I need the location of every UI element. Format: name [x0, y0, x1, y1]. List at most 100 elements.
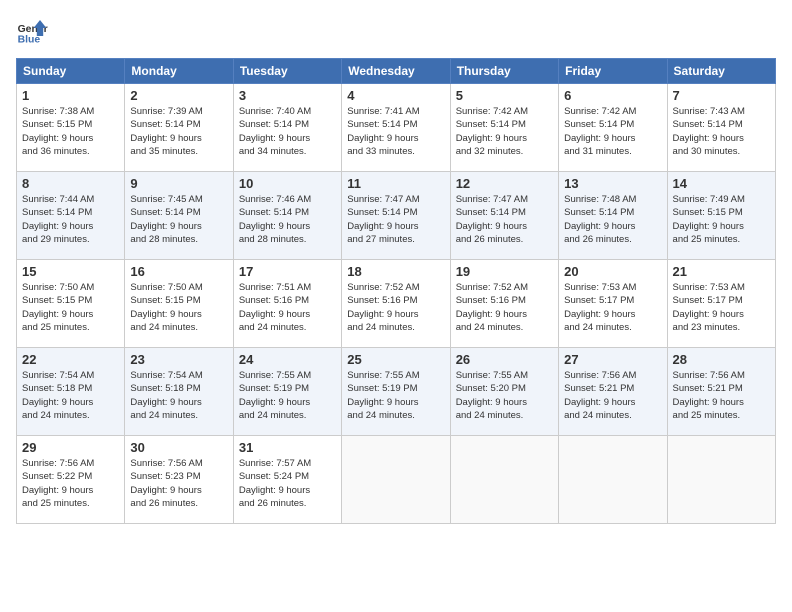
svg-text:Blue: Blue: [18, 34, 41, 45]
calendar-cell: 12 Sunrise: 7:47 AM Sunset: 5:14 PM Dayli…: [450, 172, 558, 260]
day-number: 1: [22, 88, 119, 103]
calendar-cell: 27 Sunrise: 7:56 AM Sunset: 5:21 PM Dayli…: [559, 348, 667, 436]
day-info: Sunrise: 7:50 AM Sunset: 5:15 PM Dayligh…: [130, 281, 227, 334]
day-info: Sunrise: 7:41 AM Sunset: 5:14 PM Dayligh…: [347, 105, 444, 158]
day-number: 12: [456, 176, 553, 191]
day-number: 20: [564, 264, 661, 279]
day-number: 29: [22, 440, 119, 455]
calendar-cell: 25 Sunrise: 7:55 AM Sunset: 5:19 PM Dayli…: [342, 348, 450, 436]
logo: General Blue: [16, 16, 48, 48]
day-info: Sunrise: 7:56 AM Sunset: 5:21 PM Dayligh…: [564, 369, 661, 422]
day-info: Sunrise: 7:40 AM Sunset: 5:14 PM Dayligh…: [239, 105, 336, 158]
day-info: Sunrise: 7:55 AM Sunset: 5:19 PM Dayligh…: [239, 369, 336, 422]
day-info: Sunrise: 7:52 AM Sunset: 5:16 PM Dayligh…: [347, 281, 444, 334]
calendar-cell: 31 Sunrise: 7:57 AM Sunset: 5:24 PM Dayli…: [233, 436, 341, 524]
calendar-cell: 7 Sunrise: 7:43 AM Sunset: 5:14 PM Daylig…: [667, 84, 775, 172]
day-info: Sunrise: 7:43 AM Sunset: 5:14 PM Dayligh…: [673, 105, 770, 158]
day-info: Sunrise: 7:39 AM Sunset: 5:14 PM Dayligh…: [130, 105, 227, 158]
day-info: Sunrise: 7:38 AM Sunset: 5:15 PM Dayligh…: [22, 105, 119, 158]
day-number: 13: [564, 176, 661, 191]
day-number: 4: [347, 88, 444, 103]
calendar-cell: 16 Sunrise: 7:50 AM Sunset: 5:15 PM Dayli…: [125, 260, 233, 348]
day-info: Sunrise: 7:52 AM Sunset: 5:16 PM Dayligh…: [456, 281, 553, 334]
day-info: Sunrise: 7:48 AM Sunset: 5:14 PM Dayligh…: [564, 193, 661, 246]
day-number: 25: [347, 352, 444, 367]
calendar-cell: 26 Sunrise: 7:55 AM Sunset: 5:20 PM Dayli…: [450, 348, 558, 436]
day-info: Sunrise: 7:44 AM Sunset: 5:14 PM Dayligh…: [22, 193, 119, 246]
day-number: 2: [130, 88, 227, 103]
calendar-cell: 28 Sunrise: 7:56 AM Sunset: 5:21 PM Dayli…: [667, 348, 775, 436]
calendar-cell: 1 Sunrise: 7:38 AM Sunset: 5:15 PM Daylig…: [17, 84, 125, 172]
day-number: 17: [239, 264, 336, 279]
logo-icon: General Blue: [16, 16, 48, 48]
day-number: 18: [347, 264, 444, 279]
day-info: Sunrise: 7:47 AM Sunset: 5:14 PM Dayligh…: [456, 193, 553, 246]
weekday-header: Tuesday: [233, 59, 341, 84]
day-info: Sunrise: 7:53 AM Sunset: 5:17 PM Dayligh…: [564, 281, 661, 334]
weekday-header: Sunday: [17, 59, 125, 84]
day-info: Sunrise: 7:56 AM Sunset: 5:22 PM Dayligh…: [22, 457, 119, 510]
day-number: 27: [564, 352, 661, 367]
calendar-cell: 15Sunrise: 7:50 AM Sunset: 5:15 PM Dayli…: [17, 260, 125, 348]
calendar-cell: [667, 436, 775, 524]
day-info: Sunrise: 7:42 AM Sunset: 5:14 PM Dayligh…: [456, 105, 553, 158]
calendar-cell: [450, 436, 558, 524]
day-info: Sunrise: 7:55 AM Sunset: 5:20 PM Dayligh…: [456, 369, 553, 422]
day-number: 31: [239, 440, 336, 455]
day-number: 5: [456, 88, 553, 103]
calendar-cell: 9Sunrise: 7:45 AM Sunset: 5:14 PM Daylig…: [125, 172, 233, 260]
day-number: 30: [130, 440, 227, 455]
day-number: 11: [347, 176, 444, 191]
day-info: Sunrise: 7:42 AM Sunset: 5:14 PM Dayligh…: [564, 105, 661, 158]
day-number: 10: [239, 176, 336, 191]
calendar-cell: 11 Sunrise: 7:47 AM Sunset: 5:14 PM Dayli…: [342, 172, 450, 260]
day-info: Sunrise: 7:47 AM Sunset: 5:14 PM Dayligh…: [347, 193, 444, 246]
calendar-cell: 30 Sunrise: 7:56 AM Sunset: 5:23 PM Dayli…: [125, 436, 233, 524]
calendar-cell: 10 Sunrise: 7:46 AM Sunset: 5:14 PM Dayli…: [233, 172, 341, 260]
day-info: Sunrise: 7:50 AM Sunset: 5:15 PM Dayligh…: [22, 281, 119, 334]
calendar-cell: 21 Sunrise: 7:53 AM Sunset: 5:17 PM Dayli…: [667, 260, 775, 348]
calendar-cell: 29 Sunrise: 7:56 AM Sunset: 5:22 PM Dayli…: [17, 436, 125, 524]
day-info: Sunrise: 7:54 AM Sunset: 5:18 PM Dayligh…: [130, 369, 227, 422]
day-info: Sunrise: 7:56 AM Sunset: 5:21 PM Dayligh…: [673, 369, 770, 422]
calendar-cell: 2 Sunrise: 7:39 AM Sunset: 5:14 PM Daylig…: [125, 84, 233, 172]
day-number: 14: [673, 176, 770, 191]
day-number: 28: [673, 352, 770, 367]
calendar-cell: [342, 436, 450, 524]
day-info: Sunrise: 7:46 AM Sunset: 5:14 PM Dayligh…: [239, 193, 336, 246]
calendar-cell: 3 Sunrise: 7:40 AM Sunset: 5:14 PM Daylig…: [233, 84, 341, 172]
day-info: Sunrise: 7:57 AM Sunset: 5:24 PM Dayligh…: [239, 457, 336, 510]
calendar-cell: 14 Sunrise: 7:49 AM Sunset: 5:15 PM Dayli…: [667, 172, 775, 260]
calendar-table: SundayMondayTuesdayWednesdayThursdayFrid…: [16, 58, 776, 524]
day-number: 16: [130, 264, 227, 279]
weekday-header: Saturday: [667, 59, 775, 84]
calendar-cell: 19Sunrise: 7:52 AM Sunset: 5:16 PM Dayli…: [450, 260, 558, 348]
day-info: Sunrise: 7:53 AM Sunset: 5:17 PM Dayligh…: [673, 281, 770, 334]
day-info: Sunrise: 7:45 AM Sunset: 5:14 PM Dayligh…: [130, 193, 227, 246]
calendar-cell: 13 Sunrise: 7:48 AM Sunset: 5:14 PM Dayli…: [559, 172, 667, 260]
weekday-header: Monday: [125, 59, 233, 84]
day-number: 23: [130, 352, 227, 367]
day-number: 22: [22, 352, 119, 367]
weekday-header: Thursday: [450, 59, 558, 84]
calendar-cell: 24 Sunrise: 7:55 AM Sunset: 5:19 PM Dayli…: [233, 348, 341, 436]
calendar-cell: 6Sunrise: 7:42 AM Sunset: 5:14 PM Daylig…: [559, 84, 667, 172]
day-info: Sunrise: 7:55 AM Sunset: 5:19 PM Dayligh…: [347, 369, 444, 422]
page-header: General Blue: [16, 16, 776, 48]
day-number: 3: [239, 88, 336, 103]
day-info: Sunrise: 7:56 AM Sunset: 5:23 PM Dayligh…: [130, 457, 227, 510]
calendar-cell: 20 Sunrise: 7:53 AM Sunset: 5:17 PM Dayli…: [559, 260, 667, 348]
calendar-cell: 8 Sunrise: 7:44 AM Sunset: 5:14 PM Daylig…: [17, 172, 125, 260]
day-number: 26: [456, 352, 553, 367]
day-info: Sunrise: 7:49 AM Sunset: 5:15 PM Dayligh…: [673, 193, 770, 246]
day-number: 8: [22, 176, 119, 191]
weekday-header: Wednesday: [342, 59, 450, 84]
day-number: 7: [673, 88, 770, 103]
day-number: 24: [239, 352, 336, 367]
calendar-cell: 5 Sunrise: 7:42 AM Sunset: 5:14 PM Daylig…: [450, 84, 558, 172]
calendar-cell: 22Sunrise: 7:54 AM Sunset: 5:18 PM Dayli…: [17, 348, 125, 436]
calendar-cell: 18 Sunrise: 7:52 AM Sunset: 5:16 PM Dayli…: [342, 260, 450, 348]
calendar-cell: [559, 436, 667, 524]
day-number: 21: [673, 264, 770, 279]
calendar-cell: 17Sunrise: 7:51 AM Sunset: 5:16 PM Dayli…: [233, 260, 341, 348]
